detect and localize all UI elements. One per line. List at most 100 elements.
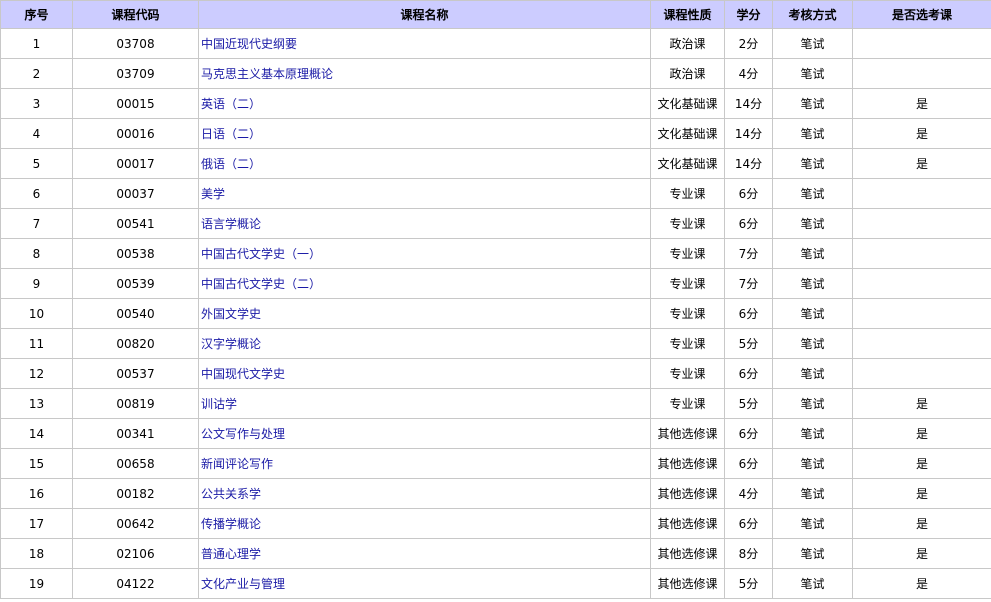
cell-credit: 4分 <box>724 478 773 509</box>
cell-no: 8 <box>0 238 73 269</box>
cell-name: 中国现代文学史 <box>198 358 651 389</box>
table-row: 1 03708 中国近现代史纲要 政治课 2分 笔试 <box>0 28 991 59</box>
cell-type: 文化基础课 <box>650 148 725 179</box>
cell-name: 中国古代文学史（二） <box>198 268 651 299</box>
course-name-link[interactable]: 新闻评论写作 <box>201 457 273 471</box>
cell-credit: 5分 <box>724 388 773 419</box>
cell-type: 其他选修课 <box>650 538 725 569</box>
cell-credit: 14分 <box>724 118 773 149</box>
header-elective: 是否选考课 <box>852 0 991 29</box>
course-name-link[interactable]: 训诂学 <box>201 397 237 411</box>
table-row: 11 00820 汉字学概论 专业课 5分 笔试 <box>0 328 991 359</box>
cell-no: 14 <box>0 418 73 449</box>
cell-exam: 笔试 <box>772 508 853 539</box>
cell-code: 04122 <box>72 568 199 599</box>
course-name-link[interactable]: 中国古代文学史（二） <box>201 277 321 291</box>
table-row: 13 00819 训诂学 专业课 5分 笔试是 <box>0 388 991 419</box>
cell-exam: 笔试 <box>772 118 853 149</box>
cell-exam: 笔试 <box>772 298 853 329</box>
cell-elective: 是 <box>852 478 991 509</box>
cell-no: 19 <box>0 568 73 599</box>
cell-no: 10 <box>0 298 73 329</box>
course-name-link[interactable]: 中国现代文学史 <box>201 367 285 381</box>
cell-no: 1 <box>0 28 73 59</box>
header-no: 序号 <box>0 0 73 29</box>
course-name-link[interactable]: 英语（二） <box>201 97 261 111</box>
cell-exam: 笔试 <box>772 388 853 419</box>
cell-type: 专业课 <box>650 358 725 389</box>
cell-type: 其他选修课 <box>650 448 725 479</box>
cell-elective: 是 <box>852 448 991 479</box>
cell-code: 00037 <box>72 178 199 209</box>
course-name-link[interactable]: 普通心理学 <box>201 547 261 561</box>
cell-no: 3 <box>0 88 73 119</box>
course-name-link[interactable]: 汉字学概论 <box>201 337 261 351</box>
cell-name: 文化产业与管理 <box>198 568 651 599</box>
cell-name: 公文写作与处理 <box>198 418 651 449</box>
cell-credit: 2分 <box>724 28 773 59</box>
cell-no: 18 <box>0 538 73 569</box>
cell-type: 其他选修课 <box>650 478 725 509</box>
header-code: 课程代码 <box>72 0 199 29</box>
cell-type: 专业课 <box>650 208 725 239</box>
cell-type: 专业课 <box>650 328 725 359</box>
table-row: 4 00016 日语（二） 文化基础课 14分 笔试是 <box>0 118 991 149</box>
cell-credit: 14分 <box>724 148 773 179</box>
cell-code: 00015 <box>72 88 199 119</box>
cell-type: 其他选修课 <box>650 418 725 449</box>
course-name-link[interactable]: 马克思主义基本原理概论 <box>201 67 333 81</box>
course-name-link[interactable]: 传播学概论 <box>201 517 261 531</box>
cell-name: 日语（二） <box>198 118 651 149</box>
cell-type: 专业课 <box>650 268 725 299</box>
cell-name: 语言学概论 <box>198 208 651 239</box>
cell-name: 马克思主义基本原理概论 <box>198 58 651 89</box>
course-name-link[interactable]: 美学 <box>201 187 225 201</box>
table-row: 7 00541 语言学概论 专业课 6分 笔试 <box>0 208 991 239</box>
cell-no: 17 <box>0 508 73 539</box>
course-name-link[interactable]: 外国文学史 <box>201 307 261 321</box>
cell-code: 02106 <box>72 538 199 569</box>
course-name-link[interactable]: 公文写作与处理 <box>201 427 285 441</box>
cell-credit: 6分 <box>724 178 773 209</box>
cell-name: 普通心理学 <box>198 538 651 569</box>
table-row: 10 00540 外国文学史 专业课 6分 笔试 <box>0 298 991 329</box>
cell-type: 专业课 <box>650 298 725 329</box>
cell-type: 文化基础课 <box>650 88 725 119</box>
cell-exam: 笔试 <box>772 268 853 299</box>
cell-exam: 笔试 <box>772 238 853 269</box>
cell-elective: 是 <box>852 118 991 149</box>
cell-no: 15 <box>0 448 73 479</box>
cell-name: 中国近现代史纲要 <box>198 28 651 59</box>
cell-code: 00539 <box>72 268 199 299</box>
course-name-link[interactable]: 公共关系学 <box>201 487 261 501</box>
course-name-link[interactable]: 日语（二） <box>201 127 261 141</box>
cell-no: 7 <box>0 208 73 239</box>
cell-name: 中国古代文学史（一） <box>198 238 651 269</box>
cell-elective: 是 <box>852 508 991 539</box>
course-name-link[interactable]: 文化产业与管理 <box>201 577 285 591</box>
cell-elective <box>852 268 991 299</box>
cell-code: 00658 <box>72 448 199 479</box>
cell-type: 其他选修课 <box>650 568 725 599</box>
table-row: 5 00017 俄语（二） 文化基础课 14分 笔试是 <box>0 148 991 179</box>
header-type: 课程性质 <box>650 0 725 29</box>
cell-code: 00642 <box>72 508 199 539</box>
cell-name: 新闻评论写作 <box>198 448 651 479</box>
course-name-link[interactable]: 中国古代文学史（一） <box>201 247 321 261</box>
course-name-link[interactable]: 中国近现代史纲要 <box>201 37 297 51</box>
cell-type: 专业课 <box>650 238 725 269</box>
course-name-link[interactable]: 俄语（二） <box>201 157 261 171</box>
table-row: 18 02106 普通心理学 其他选修课 8分 笔试是 <box>0 538 991 569</box>
cell-name: 美学 <box>198 178 651 209</box>
cell-credit: 7分 <box>724 238 773 269</box>
cell-elective: 是 <box>852 148 991 179</box>
course-name-link[interactable]: 语言学概论 <box>201 217 261 231</box>
cell-elective <box>852 208 991 239</box>
course-table: 序号 课程代码 课程名称 课程性质 学分 考核方式 是否选考课 1 03708 中国… <box>0 0 991 599</box>
cell-no: 9 <box>0 268 73 299</box>
cell-no: 2 <box>0 58 73 89</box>
cell-no: 16 <box>0 478 73 509</box>
table-row: 6 00037 美学 专业课 6分 笔试 <box>0 178 991 209</box>
cell-elective: 是 <box>852 538 991 569</box>
cell-credit: 6分 <box>724 508 773 539</box>
